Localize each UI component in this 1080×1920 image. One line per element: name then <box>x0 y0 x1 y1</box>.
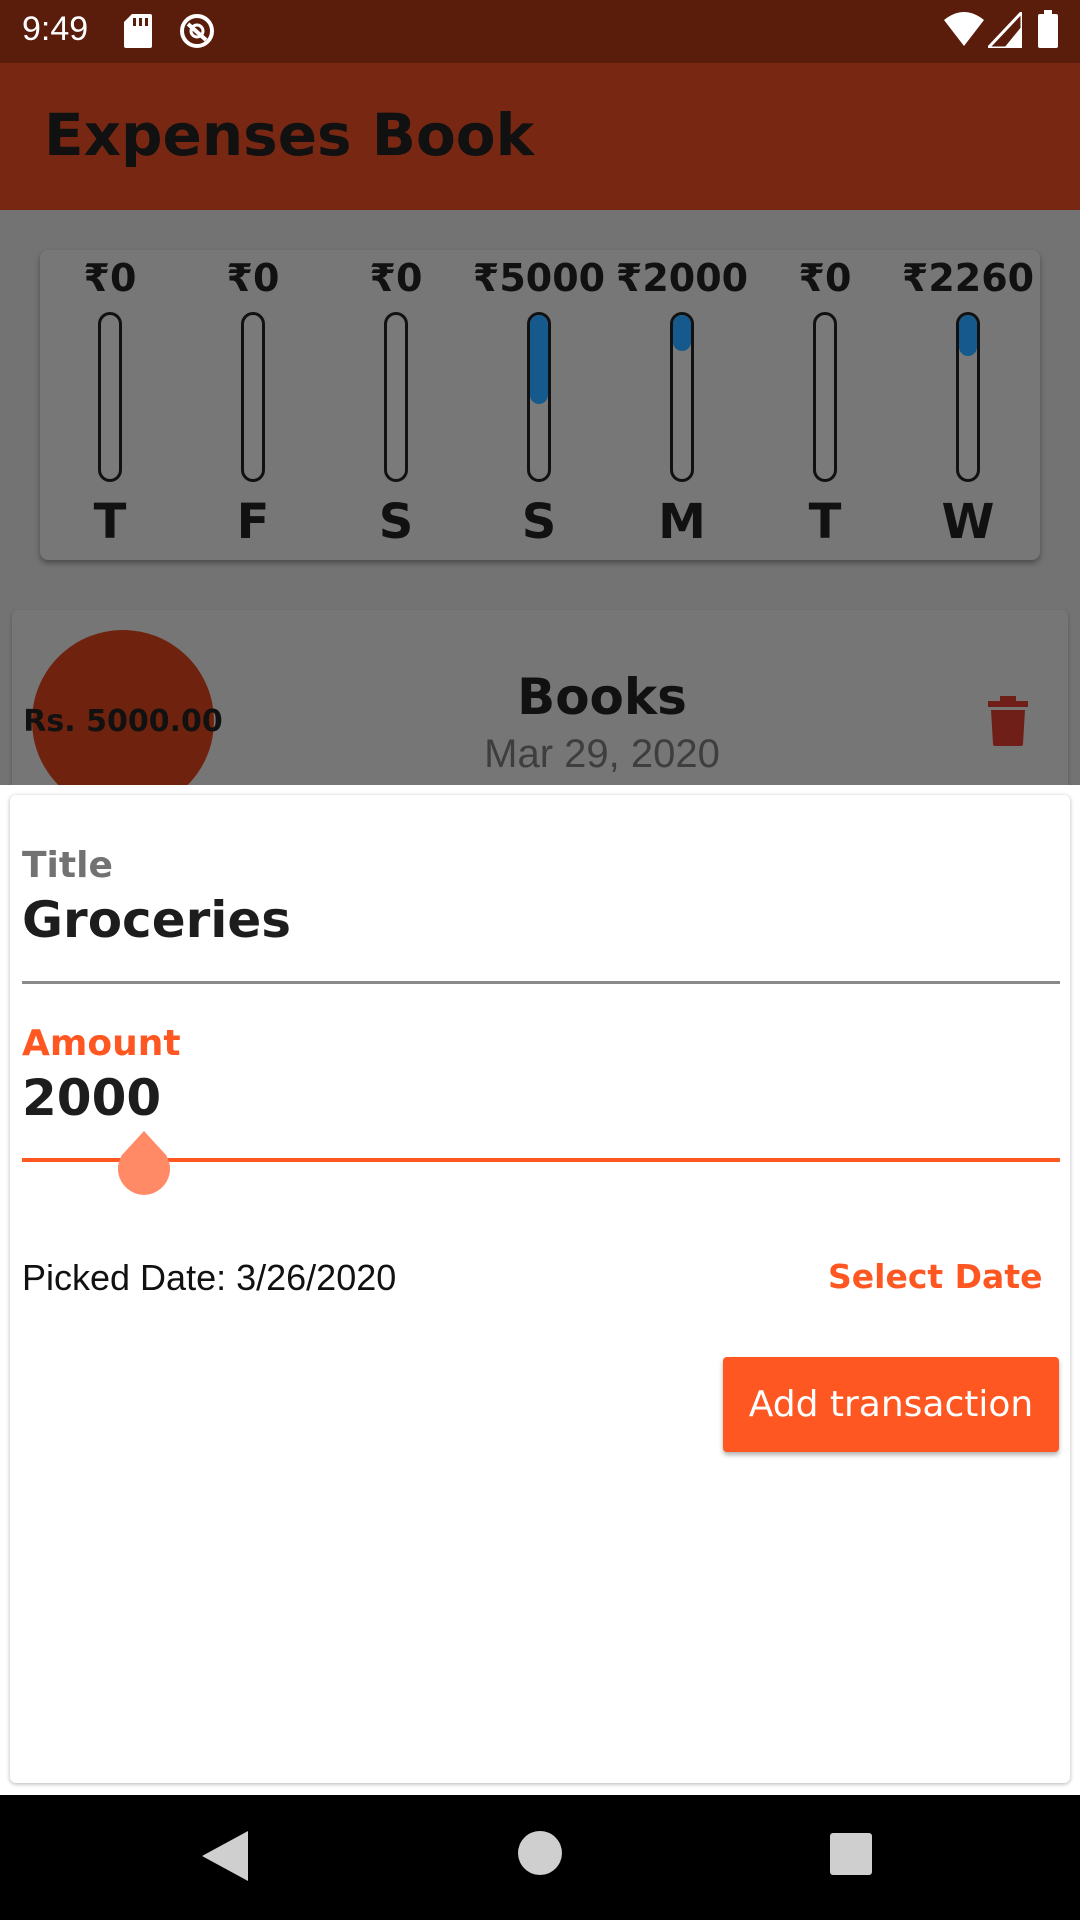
amount-input[interactable]: 2000 <box>22 1069 161 1127</box>
chart-bar-amount: ₹0 <box>226 256 280 300</box>
back-icon[interactable] <box>202 1831 248 1881</box>
trash-icon[interactable] <box>988 696 1028 746</box>
chart-bar-track <box>98 312 122 482</box>
chart-bar-day: W <box>941 494 995 550</box>
chart-bar-track <box>956 312 980 482</box>
select-date-button[interactable]: Select Date <box>828 1257 1042 1296</box>
chart-bar-track <box>813 312 837 482</box>
chart-bar-column: ₹0 T <box>40 250 180 560</box>
chart-bar-amount: ₹0 <box>798 256 852 300</box>
wifi-icon <box>944 12 984 46</box>
chart-bar-amount: ₹2000 <box>615 256 749 300</box>
chart-bar-amount: ₹0 <box>369 256 423 300</box>
sync-ring-icon <box>180 14 214 48</box>
chart-bar-column: ₹0 T <box>755 250 895 560</box>
chart-bar-column: ₹0 S <box>326 250 466 560</box>
chart-bar-day: S <box>378 494 414 550</box>
title-input-underline <box>22 981 1060 984</box>
weekly-chart-card: ₹0 T ₹0 F ₹0 S ₹5000 S ₹2000 M ₹0 T ₹2260 W <box>40 250 1040 560</box>
home-icon[interactable] <box>518 1831 562 1875</box>
chart-bar-column: ₹0 F <box>183 250 323 560</box>
amount-input-underline <box>22 1158 1060 1162</box>
chart-bar-amount: ₹2260 <box>901 256 1035 300</box>
title-field-label: Title <box>22 845 113 886</box>
chart-bar-day: S <box>521 494 557 550</box>
transaction-title: Books <box>517 668 687 726</box>
chart-bar-column: ₹2000 M <box>612 250 752 560</box>
chart-bar-column: ₹5000 S <box>469 250 609 560</box>
chart-bar-day: T <box>808 494 842 550</box>
chart-bar-fill <box>530 315 548 404</box>
title-input[interactable]: Groceries <box>22 891 291 949</box>
recents-icon[interactable] <box>830 1833 872 1875</box>
text-cursor-handle-icon[interactable] <box>114 1131 174 1203</box>
add-transaction-button[interactable]: Add transaction <box>723 1357 1059 1452</box>
chart-bar-track <box>670 312 694 482</box>
chart-bar-fill <box>959 315 977 356</box>
chart-bar-day: F <box>236 494 270 550</box>
chart-bar-track <box>384 312 408 482</box>
chart-bar-day: T <box>93 494 127 550</box>
chart-bar-column: ₹2260 W <box>898 250 1038 560</box>
status-time: 9:49 <box>22 10 89 48</box>
transaction-list-item: Rs. 5000.00 Books Mar 29, 2020 <box>12 610 1068 812</box>
transaction-date: Mar 29, 2020 <box>484 732 720 776</box>
navigation-bar <box>0 1795 1080 1920</box>
battery-icon <box>1038 10 1058 48</box>
new-transaction-sheet: Title Groceries Amount 2000 Picked Date:… <box>10 795 1070 1783</box>
chart-bar-track <box>241 312 265 482</box>
chart-bar-amount: ₹5000 <box>472 256 606 300</box>
app-bar: Expenses Book <box>0 63 1080 210</box>
app-title: Expenses Book <box>44 101 535 169</box>
amount-field-label: Amount <box>22 1023 181 1064</box>
status-bar: 9:49 <box>0 0 1080 63</box>
signal-icon <box>988 12 1022 48</box>
sd-card-icon <box>124 14 152 48</box>
picked-date-text: Picked Date: 3/26/2020 <box>22 1257 397 1298</box>
chart-bar-fill <box>673 315 691 352</box>
chart-bar-amount: ₹0 <box>83 256 137 300</box>
chart-bar-track <box>527 312 551 482</box>
chart-bar-day: M <box>658 494 706 550</box>
